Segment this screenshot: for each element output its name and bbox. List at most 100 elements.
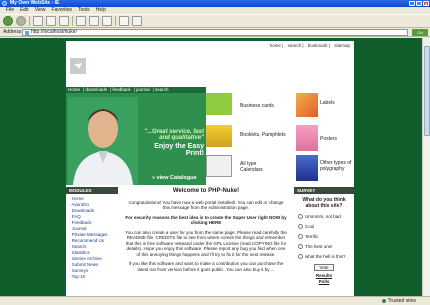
menu-file[interactable]: File	[6, 7, 14, 14]
survey-box: SURVEY What do you think about this site…	[294, 187, 354, 296]
address-url: http://localhost/nuke/	[31, 29, 77, 35]
nav-journal[interactable]: journal	[136, 87, 150, 92]
address-bar: Address http://localhost/nuke/ Go	[0, 28, 430, 37]
page-viewport: home | search | bookmark | sitemap Home |…	[0, 38, 430, 296]
mail-icon[interactable]	[119, 16, 129, 26]
nav-feedback[interactable]: feedback	[112, 87, 130, 92]
polls-link[interactable]: Polls	[294, 279, 354, 285]
survey-option[interactable]: what the hell is this?	[294, 252, 354, 262]
menu-edit[interactable]: Edit	[20, 7, 29, 14]
calendars-image	[206, 155, 232, 177]
welcome-content: Welcome to PHP-Nuke! Congratulations! Yo…	[121, 187, 291, 296]
nav-search[interactable]: search	[155, 87, 169, 92]
product-label: Labels	[320, 100, 335, 106]
radio-icon[interactable]	[298, 244, 303, 250]
radio-icon[interactable]	[298, 214, 303, 220]
option-label: The best one!	[305, 244, 333, 249]
hero-banner: "...Great service, fast and qualitative"…	[66, 93, 206, 185]
catalogue-label: view Catalogue	[156, 175, 197, 181]
hero-tagline-text: "...Great service, fast and qualitative"	[144, 129, 204, 141]
topnav-search[interactable]: search	[288, 43, 302, 48]
close-button[interactable]: x	[423, 1, 429, 6]
status-bar: Trusted sites	[0, 296, 430, 304]
zone-icon	[381, 298, 386, 303]
radio-icon[interactable]	[298, 254, 303, 260]
minimize-button[interactable]: _	[409, 1, 415, 6]
site-page: home | search | bookmark | sitemap Home |…	[66, 41, 354, 296]
toolbar	[0, 14, 430, 28]
menu-tools[interactable]: Tools	[78, 7, 90, 14]
menu-favorites[interactable]: Favorites	[51, 7, 72, 14]
address-input[interactable]: http://localhost/nuke/	[22, 29, 408, 36]
topnav-sitemap[interactable]: sitemap	[334, 43, 350, 48]
security-notice: For security reasons the best idea is to…	[125, 214, 287, 226]
polygraphy-image	[296, 155, 318, 181]
survey-option[interactable]: Terrific	[294, 232, 354, 242]
toolbar-divider	[115, 16, 116, 26]
survey-title: SURVEY	[294, 187, 354, 194]
welcome-paragraph: You can also create a user for you from …	[125, 229, 287, 257]
back-icon[interactable]	[3, 16, 13, 26]
nav-home[interactable]: Home	[68, 87, 80, 92]
print-icon[interactable]	[132, 16, 142, 26]
survey-option[interactable]: Ummmm, not bad	[294, 212, 354, 222]
address-label: Address	[3, 29, 22, 35]
product-grid: Business cards Labels Booklets, Pamphlet…	[206, 93, 354, 185]
menu-view[interactable]: View	[35, 7, 46, 14]
product-label: Other types of polygraphy	[320, 160, 352, 172]
booklets-image	[206, 125, 232, 147]
person-photo	[68, 97, 138, 185]
history-icon[interactable]	[102, 16, 112, 26]
module-link[interactable]: Top 10	[69, 274, 118, 280]
home-icon[interactable]	[59, 16, 69, 26]
title-bar: My Own WebSite - IE _ □ x	[0, 0, 430, 7]
survey-question: What do you think about this site?	[302, 197, 346, 209]
modules-box: MODULES Home AvantGo Downloads FAQ Feedb…	[66, 187, 118, 296]
vote-button[interactable]: Vote	[314, 264, 334, 271]
search-icon[interactable]	[76, 16, 86, 26]
welcome-title: Welcome to PHP-Nuke!	[172, 188, 240, 194]
product-label: All type Calendars	[240, 161, 263, 173]
scrollbar-thumb[interactable]	[424, 46, 430, 136]
survey-option[interactable]: Cool	[294, 222, 354, 232]
modules-list: Home AvantGo Downloads FAQ Feedback Jour…	[66, 194, 118, 280]
option-label: what the hell is this?	[305, 254, 346, 259]
option-label: Cool	[305, 224, 315, 229]
option-label: Ummmm, not bad	[305, 214, 341, 219]
window-title: My Own WebSite - IE	[10, 0, 60, 6]
modules-title: MODULES	[66, 187, 118, 194]
option-label: Terrific	[305, 234, 319, 239]
topnav-bookmark[interactable]: bookmark	[308, 43, 328, 48]
menu-bar: File Edit View Favorites Tools Help	[0, 7, 430, 14]
zone-label: Trusted sites	[387, 298, 416, 304]
maximize-button[interactable]: □	[416, 1, 422, 6]
top-nav: home | search | bookmark | sitemap	[269, 43, 350, 48]
nav-downloads[interactable]: downloads	[85, 87, 107, 92]
hero-headline: Enjoy the Easy Print!	[154, 143, 204, 157]
page-icon	[25, 31, 29, 35]
menu-help[interactable]: Help	[96, 7, 106, 14]
hero-tagline: "...Great service, fast and qualitative"…	[140, 129, 204, 157]
toolbar-divider	[72, 16, 73, 26]
forward-icon[interactable]	[16, 16, 26, 26]
refresh-icon[interactable]	[46, 16, 56, 26]
stop-icon[interactable]	[33, 16, 43, 26]
product-label: Posters	[320, 136, 337, 142]
radio-icon[interactable]	[298, 234, 303, 240]
vertical-scrollbar[interactable]	[422, 38, 430, 296]
posters-image	[296, 125, 318, 151]
favorites-icon[interactable]	[89, 16, 99, 26]
topnav-home[interactable]: home	[270, 43, 281, 48]
product-label: Business cards	[240, 103, 274, 109]
radio-icon[interactable]	[298, 224, 303, 230]
welcome-paragraph: If you like this software and want to ma…	[128, 261, 284, 272]
labels-image	[296, 93, 318, 117]
business-cards-image	[206, 93, 232, 115]
ie-icon	[2, 1, 7, 6]
survey-option[interactable]: The best one!	[294, 242, 354, 252]
toolbar-divider	[29, 16, 30, 26]
catalogue-link[interactable]: » view Catalogue	[152, 175, 197, 181]
product-label: Booklets, Pamphlets	[240, 132, 286, 138]
site-logo[interactable]	[70, 58, 86, 74]
go-button[interactable]: Go	[412, 29, 428, 36]
